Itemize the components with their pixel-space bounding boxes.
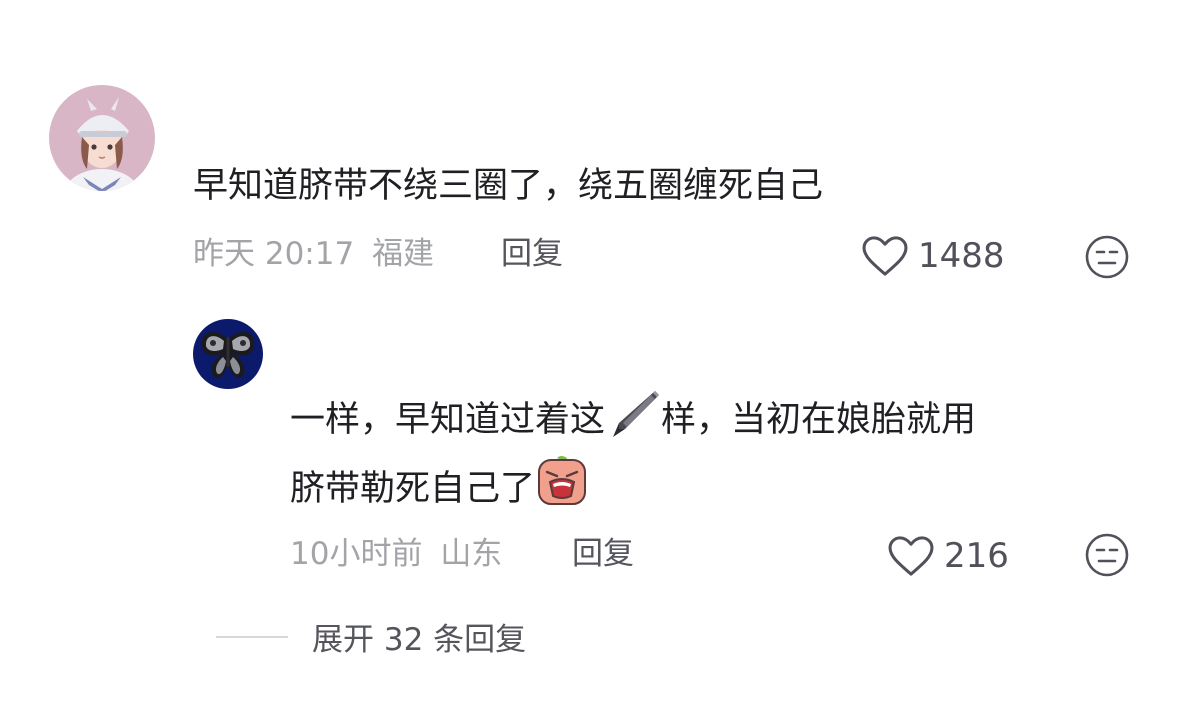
reply-button[interactable]: 回复 [501, 234, 563, 274]
comment-time: 昨天 20:17 [193, 236, 355, 272]
expand-replies-row[interactable]: 展开 32 条回复 [216, 614, 526, 659]
like-button[interactable]: 1488 [862, 236, 1005, 276]
reply-dislike-button[interactable] [1084, 532, 1130, 582]
reply-text-line-1: 一样，早知道过着这 样，当初在娘胎就用 [290, 387, 976, 458]
reply-text-part-3: 脐带勒死自己了 [290, 469, 536, 509]
reply-reply-button[interactable]: 回复 [572, 534, 634, 574]
reply-text-part-1: 一样，早知道过着这 [290, 400, 606, 440]
like-count: 1488 [918, 236, 1005, 276]
comment-text: 早知道脐带不绕三圈了，绕五圈缠死自己 [193, 166, 824, 206]
replier-avatar[interactable] [193, 319, 263, 389]
reply-text-line-2: 脐带勒死自己了 [290, 454, 589, 527]
expressionless-face-icon [1085, 533, 1129, 577]
reply-location: 山东 [440, 536, 503, 572]
comment-meta: 昨天 20:17 福建 [193, 234, 434, 274]
divider-line [216, 635, 288, 638]
reply-meta: 10小时前 山东 [290, 534, 502, 574]
reply-like-count: 216 [944, 536, 1009, 576]
expressionless-face-icon [1085, 235, 1129, 279]
reply-like-button[interactable]: 216 [888, 536, 1009, 576]
butterfly-avatar [193, 319, 263, 389]
crying-face-emoji [535, 454, 589, 527]
dislike-button[interactable] [1084, 234, 1130, 284]
expand-replies-button[interactable]: 展开 32 条回复 [312, 614, 526, 659]
reply-time: 10小时前 [290, 536, 423, 572]
reply-text-part-2: 样，当初在娘胎就用 [661, 400, 977, 440]
comment-location: 福建 [372, 236, 435, 272]
heart-outline-icon [888, 536, 934, 576]
commenter-avatar[interactable] [49, 85, 155, 191]
girl-with-cap-avatar [49, 85, 155, 191]
pen-icon [605, 387, 661, 458]
heart-outline-icon [862, 236, 908, 276]
